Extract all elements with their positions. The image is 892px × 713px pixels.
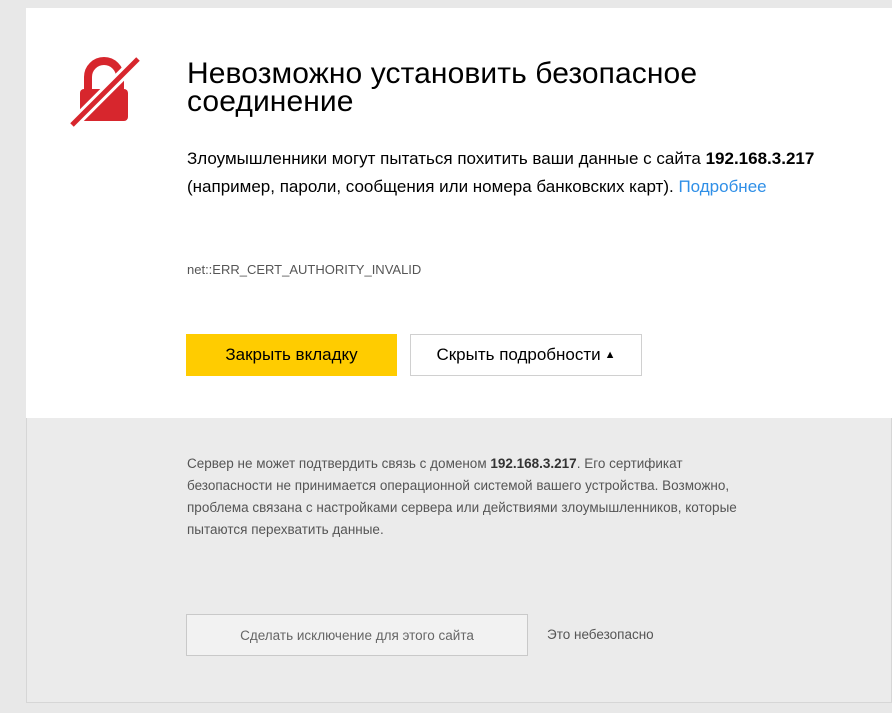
page-title: Невозможно установить безопасное соедине… [187,57,698,118]
unsafe-label: Это небезопасно [547,627,654,642]
warning-message: Злоумышленники могут пытаться похитить в… [187,145,847,201]
close-tab-button[interactable]: Закрыть вкладку [186,334,397,376]
add-exception-button[interactable]: Сделать исключение для этого сайта [186,614,528,656]
message-host: 192.168.3.217 [705,149,815,168]
details-text: Сервер не может подтвердить связь с доме… [187,453,767,541]
error-code: net::ERR_CERT_AUTHORITY_INVALID [187,262,422,277]
hide-details-button[interactable]: Скрыть подробности ▲ [410,334,642,376]
error-page: Невозможно установить безопасное соедине… [0,0,892,713]
details-text-before: Сервер не может подтвердить связь с доме… [187,456,491,471]
hide-details-label: Скрыть подробности [436,345,601,364]
broken-lock-icon [68,55,142,127]
more-info-link[interactable]: Подробнее [678,177,766,196]
message-text-after: (например, пароли, сообщения или номера … [187,177,679,196]
triangle-up-icon: ▲ [604,349,616,361]
details-host: 192.168.3.217 [490,456,577,471]
message-text-before: Злоумышленники могут пытаться похитить в… [187,149,706,168]
